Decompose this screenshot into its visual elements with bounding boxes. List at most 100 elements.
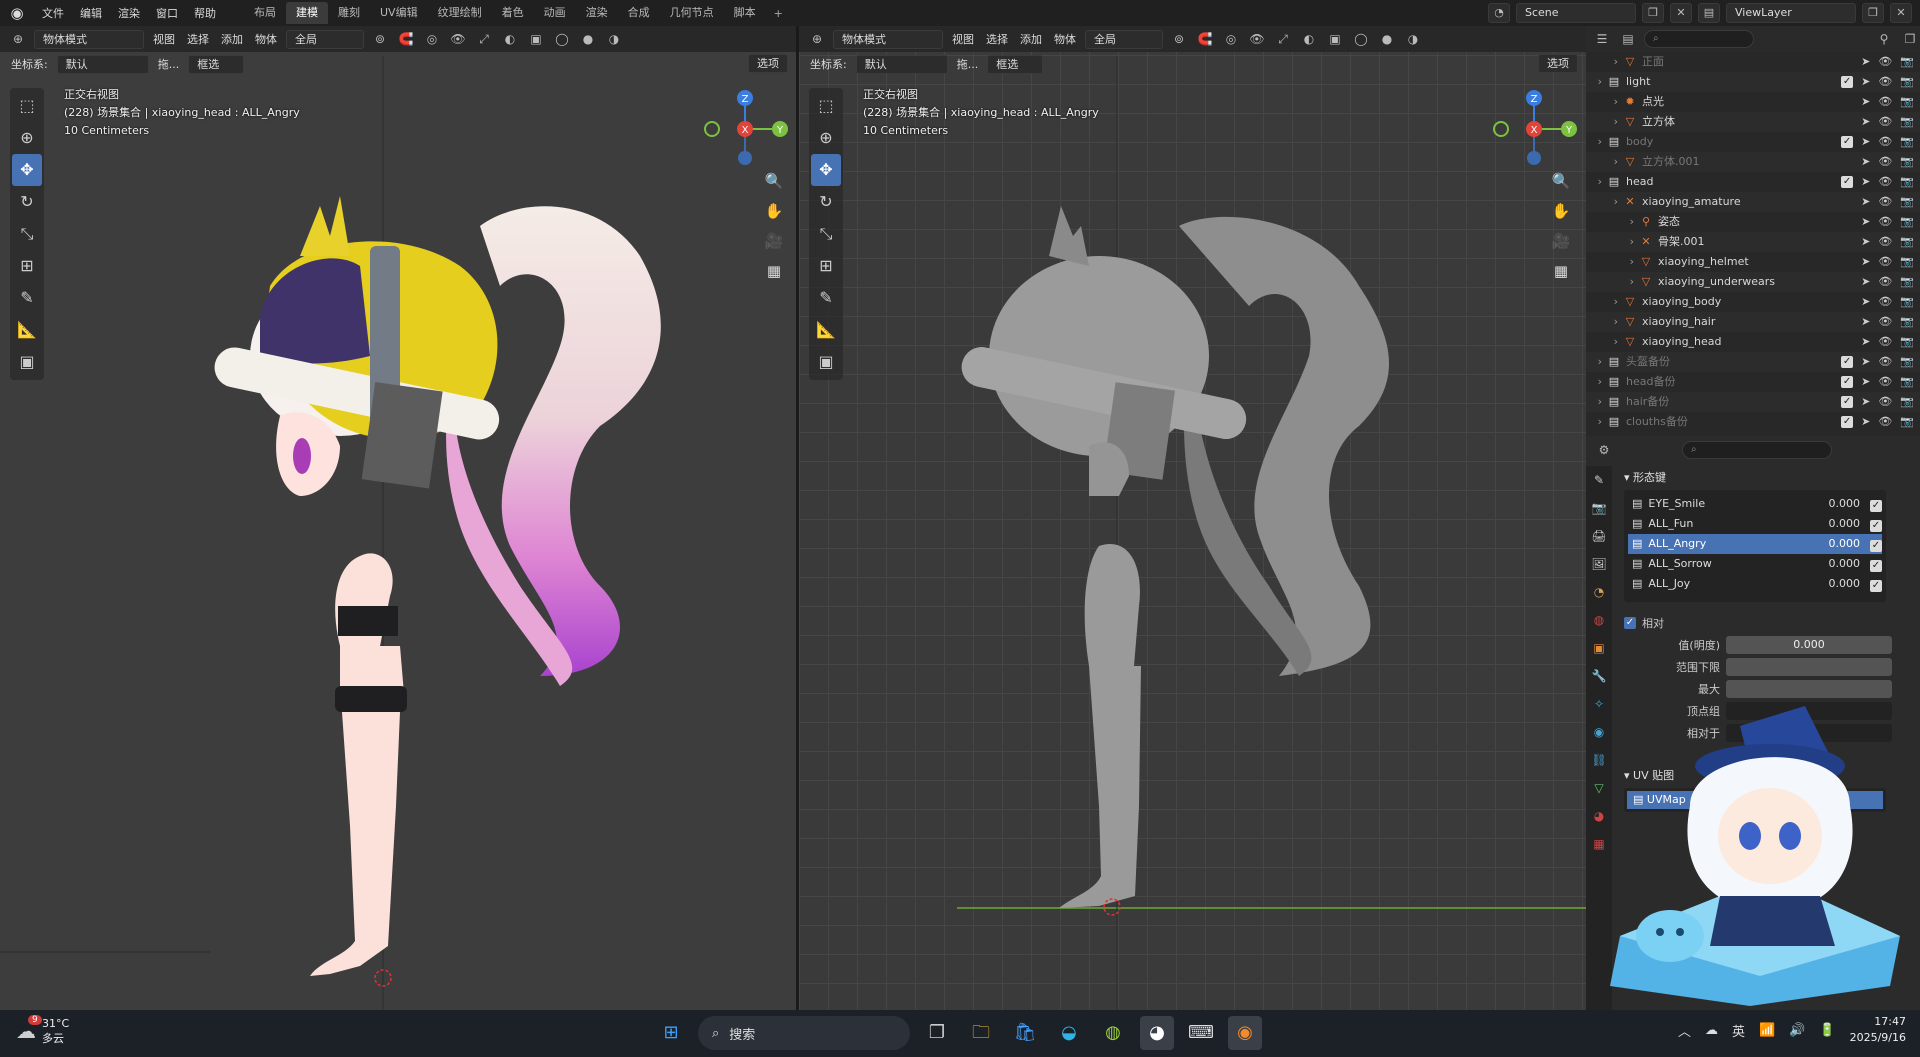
navigation-gizmo[interactable]: Z Y X <box>1489 84 1579 174</box>
render-camera-icon[interactable]: 📷 <box>1900 212 1914 232</box>
render-tab-icon[interactable]: 📷 <box>1586 494 1612 522</box>
scale-tool-icon[interactable]: ⤡ <box>811 218 841 250</box>
coord-dropdown[interactable]: 默认 <box>855 54 948 74</box>
expand-arrow-icon[interactable]: › <box>1586 232 1638 252</box>
tab-scripting[interactable]: 脚本 <box>724 2 766 24</box>
blender-taskbar-icon[interactable]: ◉ <box>1228 1016 1262 1050</box>
eye-icon[interactable]: 👁 <box>1878 212 1892 232</box>
battery-icon[interactable]: 🔋 <box>1819 1023 1835 1038</box>
eye-icon[interactable]: 👁 <box>1878 392 1892 412</box>
shading-wire-icon[interactable]: ◯ <box>1351 29 1371 49</box>
expand-arrow-icon[interactable]: › <box>1586 332 1622 352</box>
grid-view-icon[interactable]: ▦ <box>760 256 788 286</box>
menu-select[interactable]: 选择 <box>983 31 1011 47</box>
terminal-icon[interactable]: ⌨ <box>1184 1016 1218 1050</box>
camera-icon[interactable]: 🎥 <box>760 226 788 256</box>
shape-keys-header[interactable]: ▾ 形态键 <box>1616 466 1916 490</box>
outliner-row[interactable]: › ✕ xiaoying_amature ➤ 👁 📷 <box>1586 192 1920 212</box>
selectable-arrow-icon[interactable]: ➤ <box>1861 152 1870 172</box>
outliner-row[interactable]: › ✹ 点光 ➤ 👁 📷 <box>1586 92 1920 112</box>
outliner-row[interactable]: › ▤ head ✓ ➤ 👁 📷 <box>1586 172 1920 192</box>
exclude-checkbox[interactable]: ✓ <box>1841 76 1854 88</box>
expand-arrow-icon[interactable]: › <box>1586 272 1638 292</box>
proportional-icon[interactable]: ◎ <box>1221 29 1241 49</box>
exclude-checkbox[interactable]: ✓ <box>1841 356 1854 368</box>
tab-modeling[interactable]: 建模 <box>286 2 328 24</box>
file-explorer-icon[interactable]: 🗀 <box>964 1016 998 1050</box>
eye-icon[interactable]: 👁 <box>1878 92 1892 112</box>
shape-key-checkbox[interactable]: ✓ <box>1870 580 1882 592</box>
eye-icon[interactable]: 👁 <box>1878 252 1892 272</box>
pan-hand-icon[interactable]: ✋ <box>1547 196 1575 226</box>
cursor-tool-icon[interactable]: ⊕ <box>12 122 42 154</box>
selectable-arrow-icon[interactable]: ➤ <box>1861 212 1870 232</box>
render-camera-icon[interactable]: 📷 <box>1900 172 1914 192</box>
object-tab-icon[interactable]: ▣ <box>1586 634 1612 662</box>
shape-key-checkbox[interactable]: ✓ <box>1870 560 1882 572</box>
new-collection-icon[interactable]: ❐ <box>1900 29 1920 49</box>
selectable-arrow-icon[interactable]: ➤ <box>1861 132 1870 152</box>
viewport-right[interactable]: ⊕ 物体模式 视图 选择 添加 物体 全局 ⊚ 🧲 ◎ 👁 ⤢ ◐ ▣ ◯ ● … <box>799 26 1586 1010</box>
selectable-arrow-icon[interactable]: ➤ <box>1861 52 1870 72</box>
eye-icon[interactable]: 👁 <box>1878 412 1892 432</box>
visibility-icon[interactable]: 👁 <box>448 29 468 49</box>
filter-icon[interactable]: ⚲ <box>1874 29 1894 49</box>
world-tab-icon[interactable]: ◍ <box>1586 606 1612 634</box>
view-layer-icon[interactable]: ▤ <box>1698 3 1720 23</box>
select-tool-icon[interactable]: ⬚ <box>811 90 841 122</box>
tab-sculpting[interactable]: 雕刻 <box>328 2 370 24</box>
shape-key-row-selected[interactable]: ▤ ALL_Angry 0.000 ✓ <box>1628 534 1882 554</box>
annotate-tool-icon[interactable]: ✎ <box>12 282 42 314</box>
expand-arrow-icon[interactable]: › <box>1586 152 1622 172</box>
render-camera-icon[interactable]: 📷 <box>1900 312 1914 332</box>
gizmo-icon[interactable]: ⤢ <box>1273 29 1293 49</box>
selectable-arrow-icon[interactable]: ➤ <box>1861 192 1870 212</box>
eye-icon[interactable]: 👁 <box>1878 372 1892 392</box>
store-icon[interactable]: 🛍 <box>1008 1016 1042 1050</box>
transform-tool-icon[interactable]: ⊞ <box>811 250 841 282</box>
properties-type-icon[interactable]: ⚙ <box>1594 440 1614 460</box>
menu-edit[interactable]: 编辑 <box>72 5 110 21</box>
render-camera-icon[interactable]: 📷 <box>1900 192 1914 212</box>
render-camera-icon[interactable]: 📷 <box>1900 412 1914 432</box>
outliner-search-input[interactable]: ⌕ <box>1644 30 1754 48</box>
delete-view-layer-icon[interactable]: ✕ <box>1890 3 1912 23</box>
shape-key-value[interactable]: 0.000 <box>1810 494 1870 514</box>
xray-icon[interactable]: ▣ <box>526 29 546 49</box>
render-camera-icon[interactable]: 📷 <box>1900 272 1914 292</box>
ime-indicator[interactable]: 英 <box>1732 1021 1745 1040</box>
eye-icon[interactable]: 👁 <box>1878 292 1892 312</box>
selectable-arrow-icon[interactable]: ➤ <box>1861 252 1870 272</box>
orientation-dropdown[interactable]: 全局 <box>286 29 364 49</box>
viewport-left[interactable]: ⊕ 物体模式 视图 选择 添加 物体 全局 ⊚ 🧲 ◎ 👁 ⤢ ◐ ▣ ◯ ● … <box>0 26 796 1010</box>
shape-key-value[interactable]: 0.000 <box>1810 534 1870 554</box>
expand-arrow-icon[interactable]: › <box>1586 92 1622 112</box>
scale-tool-icon[interactable]: ⤡ <box>12 218 42 250</box>
coord-dropdown[interactable]: 默认 <box>56 54 149 74</box>
outliner-row[interactable]: › ▤ hair备份 ✓ ➤ 👁 📷 <box>1586 392 1920 412</box>
eye-icon[interactable]: 👁 <box>1878 112 1892 132</box>
tab-texture-paint[interactable]: 纹理绘制 <box>428 2 492 24</box>
relative-checkbox[interactable]: ✓ <box>1624 617 1636 629</box>
eye-icon[interactable]: 👁 <box>1878 172 1892 192</box>
outliner-row[interactable]: › ▽ xiaoying_hair ➤ 👁 📷 <box>1586 312 1920 332</box>
exclude-checkbox[interactable]: ✓ <box>1841 176 1854 188</box>
editor-type-icon[interactable]: ⊕ <box>807 29 827 49</box>
render-camera-icon[interactable]: 📷 <box>1900 52 1914 72</box>
outliner-row[interactable]: › ▽ xiaoying_body ➤ 👁 📷 <box>1586 292 1920 312</box>
selectable-arrow-icon[interactable]: ➤ <box>1861 232 1870 252</box>
delete-scene-icon[interactable]: ✕ <box>1670 3 1692 23</box>
exclude-checkbox[interactable]: ✓ <box>1841 396 1854 408</box>
add-cube-tool-icon[interactable]: ▣ <box>12 346 42 378</box>
exclude-checkbox[interactable]: ✓ <box>1841 136 1854 148</box>
select-mode-dropdown[interactable]: 框选 <box>987 54 1044 74</box>
snap-icon[interactable]: 🧲 <box>1195 29 1215 49</box>
rotate-tool-icon[interactable]: ↻ <box>811 186 841 218</box>
outliner-row[interactable]: › ▽ xiaoying_head ➤ 👁 📷 <box>1586 332 1920 352</box>
exclude-checkbox[interactable]: ✓ <box>1841 416 1854 428</box>
new-scene-icon[interactable]: ❐ <box>1642 3 1664 23</box>
move-tool-icon[interactable]: ✥ <box>811 154 841 186</box>
render-camera-icon[interactable]: 📷 <box>1900 352 1914 372</box>
overlay-icon[interactable]: ◐ <box>500 29 520 49</box>
snap-icon[interactable]: 🧲 <box>396 29 416 49</box>
